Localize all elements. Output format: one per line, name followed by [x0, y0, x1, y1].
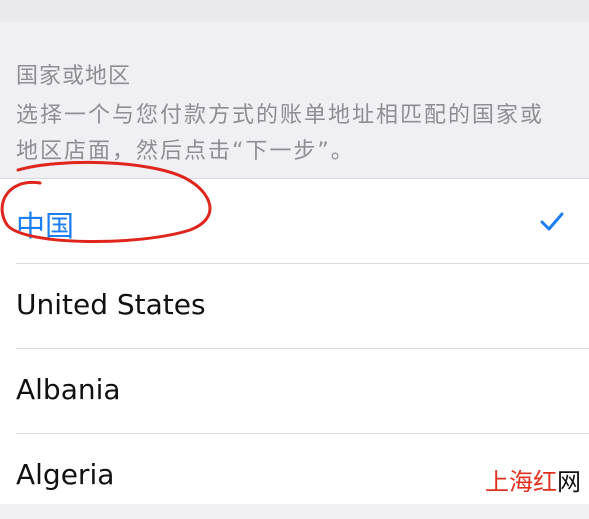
- watermark-dark-text: 网: [557, 468, 581, 496]
- checkmark-icon: [540, 212, 564, 231]
- watermark: 上海红网: [485, 462, 581, 497]
- section-description: 选择一个与您付款方式的账单地址相匹配的国家或地区店面，然后点击“下一步”。: [16, 103, 545, 164]
- section-title: 国家或地区: [16, 64, 132, 89]
- country-row-albania[interactable]: Albania: [0, 349, 589, 434]
- country-label: United States: [16, 288, 206, 321]
- country-label: Albania: [16, 373, 121, 406]
- watermark-red-text: 上海红: [485, 468, 557, 496]
- country-list: 中国 United States Albania Algeria: [0, 178, 589, 504]
- top-strip: [0, 0, 589, 22]
- country-row-china[interactable]: 中国: [0, 179, 589, 264]
- country-label: Algeria: [16, 458, 115, 491]
- country-label: 中国: [16, 209, 75, 243]
- country-row-united-states[interactable]: United States: [0, 264, 589, 349]
- section-header: 国家或地区 选择一个与您付款方式的账单地址相匹配的国家或地区店面，然后点击“下一…: [0, 22, 589, 178]
